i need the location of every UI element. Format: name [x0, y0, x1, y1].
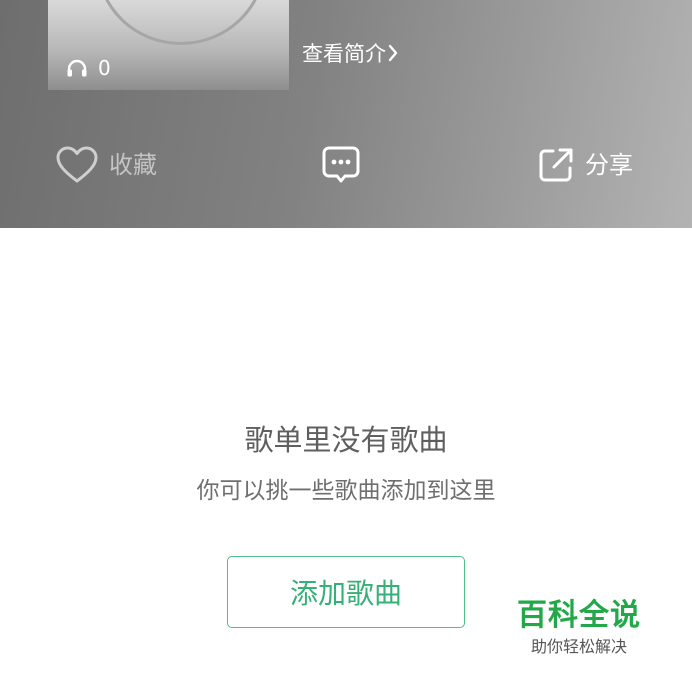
chevron-right-icon: [388, 44, 398, 62]
favorite-label: 收藏: [109, 151, 157, 179]
empty-state-subtitle: 你可以挑一些歌曲添加到这里: [196, 478, 496, 504]
share-icon: [539, 148, 573, 182]
playlist-header: 0 查看简介 收藏 分享: [0, 0, 692, 228]
headphones-icon: [67, 59, 87, 77]
favorite-button[interactable]: 收藏: [55, 144, 157, 186]
heart-icon: [56, 146, 98, 183]
watermark-logo: 百科全说 助你轻松解决: [506, 596, 652, 658]
comment-icon: [322, 146, 360, 183]
share-button[interactable]: 分享: [537, 144, 633, 186]
empty-state-title: 歌单里没有歌曲: [244, 423, 448, 457]
playlist-page: 0 查看简介 收藏 分享 歌单里没有歌曲 你可以挑一些歌曲添加到这里 添加歌曲 …: [0, 0, 692, 692]
play-count: 0: [66, 55, 111, 81]
cover-disc-arc: [96, 0, 266, 45]
view-intro-label: 查看简介: [302, 42, 386, 66]
watermark-title: 百科全说: [517, 598, 641, 633]
comment-button[interactable]: [321, 144, 361, 186]
play-count-value: 0: [98, 56, 111, 80]
view-intro-link[interactable]: 查看简介: [302, 38, 398, 68]
watermark-subtitle: 助你轻松解决: [530, 637, 627, 656]
add-song-button[interactable]: 添加歌曲: [227, 556, 465, 628]
share-label: 分享: [585, 151, 633, 179]
